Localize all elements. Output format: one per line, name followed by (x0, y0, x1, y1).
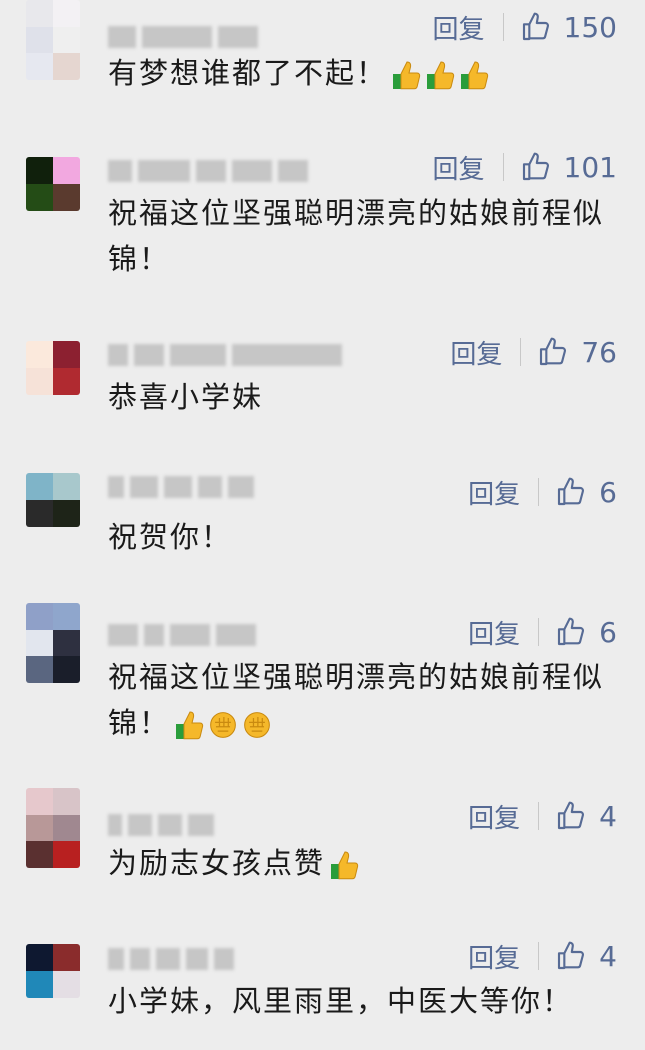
divider (538, 942, 540, 970)
divider (520, 338, 522, 366)
like-count: 76 (581, 335, 617, 369)
avatar[interactable] (26, 603, 80, 683)
username-blurred (108, 26, 258, 48)
divider (538, 802, 540, 830)
thumbs-up-icon (331, 851, 359, 880)
reply-button[interactable]: 回复 (468, 474, 538, 511)
comment-actions: 回复 4 (468, 798, 617, 834)
avatar[interactable] (26, 473, 80, 527)
like-count: 4 (599, 799, 617, 833)
username-blurred (108, 948, 234, 970)
like-count: 6 (599, 615, 617, 649)
divider (538, 618, 540, 646)
like-button[interactable]: 6 (555, 476, 617, 509)
avatar[interactable] (26, 341, 80, 395)
reply-button[interactable]: 回复 (433, 9, 503, 46)
username-blurred (108, 160, 308, 182)
reply-button[interactable]: 回复 (450, 334, 520, 371)
thumbs-up-icon (558, 617, 585, 646)
avatar[interactable] (26, 788, 80, 868)
fist-icon (244, 712, 270, 738)
comment-actions: 回复 101 (433, 149, 617, 185)
comment-text-container: 有梦想谁都了不起！ (108, 50, 618, 96)
like-count: 101 (563, 150, 617, 184)
comment-actions: 回复 6 (468, 474, 617, 510)
divider (538, 478, 540, 506)
thumbs-up-icon (393, 61, 421, 90)
like-button[interactable]: 76 (537, 336, 617, 369)
like-button[interactable]: 4 (555, 940, 617, 973)
comment-text: 为励志女孩点赞 (108, 846, 326, 880)
thumbs-up-icon (540, 337, 567, 366)
thumbs-up-icon (558, 477, 585, 506)
like-button[interactable]: 6 (555, 616, 617, 649)
comment-text: 恭喜小学妹 (108, 380, 264, 414)
comment-actions: 回复 76 (450, 334, 617, 370)
like-button[interactable]: 150 (520, 11, 617, 44)
thumbs-up-icon (427, 61, 455, 90)
thumbs-up-icon (522, 152, 549, 181)
thumbs-up-icon (176, 711, 204, 740)
thumbs-up-icon (522, 12, 549, 41)
divider (502, 153, 504, 181)
reply-button[interactable]: 回复 (468, 798, 538, 835)
username-blurred (108, 344, 342, 366)
like-button[interactable]: 4 (555, 800, 617, 833)
reply-button[interactable]: 回复 (433, 149, 503, 186)
comment-text-container: 祝福这位坚强聪明漂亮的姑娘前程似锦！ (108, 654, 618, 746)
avatar[interactable] (26, 157, 80, 211)
username-blurred (108, 814, 214, 836)
divider (502, 13, 504, 41)
username-blurred (108, 624, 256, 646)
reply-button[interactable]: 回复 (468, 938, 538, 975)
avatar[interactable] (26, 944, 80, 998)
comment-actions: 回复 6 (468, 614, 617, 650)
comment-text-container: 为励志女孩点赞 (108, 840, 618, 886)
reply-button[interactable]: 回复 (468, 614, 538, 651)
username-blurred (108, 476, 254, 498)
like-count: 150 (563, 10, 617, 44)
avatar[interactable] (26, 0, 80, 80)
like-count: 6 (599, 475, 617, 509)
comment-actions: 回复 150 (433, 9, 617, 45)
comment-text: 有梦想谁都了不起！ (108, 56, 388, 90)
comment-text: 祝贺你！ (108, 520, 233, 554)
fist-icon (210, 712, 236, 738)
thumbs-up-icon (558, 941, 585, 970)
like-button[interactable]: 101 (520, 151, 617, 184)
thumbs-up-icon (461, 61, 489, 90)
comment-text: 祝福这位坚强聪明漂亮的姑娘前程似锦！ (108, 196, 605, 276)
thumbs-up-icon (558, 801, 585, 830)
comment-text: 小学妹，风里雨里，中医大等你！ (108, 984, 574, 1018)
like-count: 4 (599, 939, 617, 973)
comment-actions: 回复 4 (468, 938, 617, 974)
